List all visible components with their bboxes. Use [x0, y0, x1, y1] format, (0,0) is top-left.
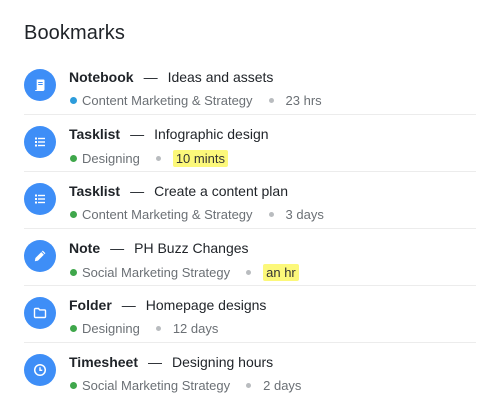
bookmark-item[interactable]: Note — PH Buzz Changes Social Marketing Str… — [24, 229, 476, 286]
bookmark-type: Note — [69, 240, 101, 256]
dash-separator: — — [143, 69, 158, 85]
bookmark-category: Content Marketing & Strategy — [82, 93, 253, 108]
dash-separator: — — [130, 126, 145, 142]
bookmark-item[interactable]: Timesheet — Designing hours Social Marketin… — [24, 343, 476, 399]
bookmark-item[interactable]: Tasklist — Create a content plan Content Ma… — [24, 172, 476, 229]
bookmark-heading: Tasklist — Infographic design — [69, 126, 269, 142]
separator-dot — [268, 212, 274, 217]
category-dot — [70, 155, 77, 162]
bookmark-time: 2 days — [263, 378, 302, 393]
bookmark-heading: Timesheet — Designing hours — [69, 354, 273, 370]
bookmarks-panel: Bookmarks Notebook — Ideas and assets Conte… — [0, 0, 500, 416]
bookmark-time: 23 hrs — [285, 93, 322, 108]
bookmark-list: Notebook — Ideas and assets Content Marketi… — [24, 58, 476, 399]
notebook-icon — [24, 69, 56, 101]
page-title: Bookmarks — [24, 22, 125, 44]
bookmark-title: Create a content plan — [154, 183, 288, 199]
bookmark-type: Timesheet — [69, 354, 138, 370]
bookmark-title: Infographic design — [154, 126, 269, 142]
list-icon — [24, 126, 56, 158]
bookmark-type: Folder — [69, 297, 112, 313]
separator-dot — [155, 326, 161, 331]
bookmark-title: PH Buzz Changes — [134, 240, 249, 256]
bookmark-meta: Social Marketing Strategy an hr — [70, 264, 299, 281]
bookmark-heading: Note — PH Buzz Changes — [69, 240, 249, 256]
category-dot — [70, 382, 77, 389]
pencil-icon — [24, 240, 56, 272]
bookmark-category: Social Marketing Strategy — [82, 265, 231, 280]
folder-icon — [24, 297, 56, 329]
separator-dot — [246, 383, 252, 388]
category-dot — [70, 325, 77, 332]
separator-dot — [155, 156, 161, 161]
category-dot — [70, 269, 77, 276]
bookmark-type: Tasklist — [69, 126, 121, 142]
separator-dot — [246, 270, 252, 275]
bookmark-time: 12 days — [172, 321, 219, 336]
bookmark-time: 10 mints — [172, 150, 228, 167]
bookmark-item[interactable]: Folder — Homepage designs Designing 12 days — [24, 286, 476, 343]
bookmark-title: Designing hours — [172, 354, 274, 370]
bookmark-time: 3 days — [285, 207, 324, 222]
bookmark-heading: Folder — Homepage designs — [69, 297, 266, 313]
bookmark-time: an hr — [263, 264, 299, 281]
bookmark-category: Content Marketing & Strategy — [82, 207, 253, 222]
bookmark-heading: Notebook — Ideas and assets — [69, 69, 273, 85]
bookmark-category: Designing — [82, 151, 140, 166]
dash-separator: — — [130, 183, 145, 199]
dash-separator: — — [121, 297, 136, 313]
bookmark-meta: Content Marketing & Strategy 23 hrs — [70, 93, 322, 108]
dash-separator: — — [110, 240, 125, 256]
category-dot — [70, 211, 77, 218]
bookmark-type: Tasklist — [69, 183, 121, 199]
list-icon — [24, 183, 56, 215]
bookmark-item[interactable]: Notebook — Ideas and assets Content Marketi… — [24, 58, 476, 115]
bookmark-category: Social Marketing Strategy — [82, 378, 231, 393]
bookmark-meta: Designing 12 days — [70, 321, 218, 336]
separator-dot — [268, 98, 274, 103]
bookmark-meta: Designing 10 mints — [70, 150, 228, 167]
dash-separator: — — [148, 354, 162, 370]
bookmark-category: Designing — [82, 321, 140, 336]
bookmark-meta: Social Marketing Strategy 2 days — [70, 378, 301, 393]
bookmark-meta: Content Marketing & Strategy 3 days — [70, 207, 324, 222]
clock-icon — [24, 354, 56, 386]
category-dot — [70, 97, 77, 104]
bookmark-title: Ideas and assets — [167, 69, 274, 85]
bookmark-item[interactable]: Tasklist — Infographic design Designing 10 m… — [24, 115, 476, 172]
bookmark-title: Homepage designs — [145, 297, 267, 313]
bookmark-heading: Tasklist — Create a content plan — [69, 183, 288, 199]
bookmark-type: Notebook — [69, 69, 134, 85]
